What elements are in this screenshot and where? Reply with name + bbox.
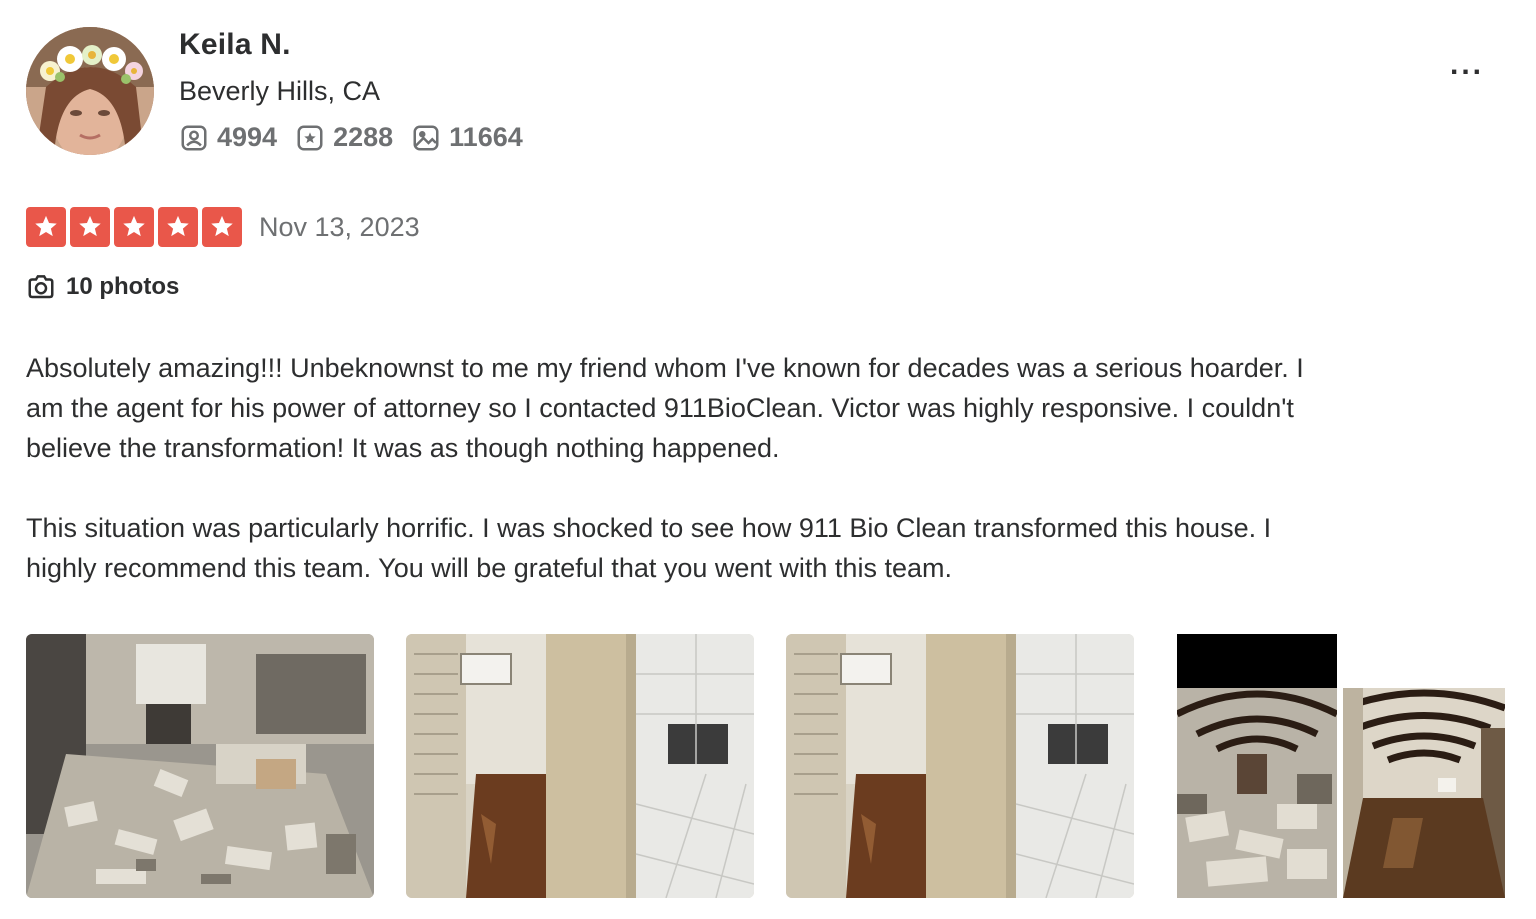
- user-name[interactable]: Keila N.: [179, 28, 291, 62]
- friends-stat: 4994: [179, 122, 277, 153]
- reviews-icon: [295, 123, 325, 153]
- photos-icon: [411, 123, 441, 153]
- avatar[interactable]: [26, 27, 154, 155]
- friends-count: 4994: [217, 122, 278, 152]
- star-icon: [202, 207, 242, 247]
- star-rating: [26, 207, 242, 247]
- user-stats: 4994 2288 11664: [179, 122, 523, 153]
- review-photo[interactable]: [786, 634, 1134, 898]
- review-date: Nov 13, 2023: [259, 212, 420, 242]
- star-icon: [158, 207, 198, 247]
- review-photo[interactable]: [406, 634, 754, 898]
- reviews-count: 2288: [333, 122, 394, 152]
- friends-icon: [179, 123, 209, 153]
- review-photo[interactable]: [1343, 688, 1505, 898]
- review-paragraph: This situation was particularly horrific…: [26, 513, 1272, 583]
- user-location: Beverly Hills, CA: [179, 76, 381, 106]
- photos-link[interactable]: 10 photos: [26, 272, 179, 302]
- review-photo[interactable]: [26, 634, 374, 898]
- star-icon: [114, 207, 154, 247]
- photos-count: 11664: [449, 122, 523, 152]
- review-photo[interactable]: [1177, 634, 1337, 898]
- star-icon: [70, 207, 110, 247]
- review-text: Absolutely amazing!!! Unbeknownst to me …: [26, 348, 1326, 628]
- photos-link-label: 10 photos: [66, 273, 180, 300]
- photos-stat: 11664: [411, 122, 523, 153]
- camera-icon: [26, 272, 56, 302]
- more-options-button[interactable]: ...: [1450, 48, 1484, 82]
- star-icon: [26, 207, 66, 247]
- review-paragraph: Absolutely amazing!!! Unbeknownst to me …: [26, 353, 1304, 463]
- reviews-stat: 2288: [295, 122, 393, 153]
